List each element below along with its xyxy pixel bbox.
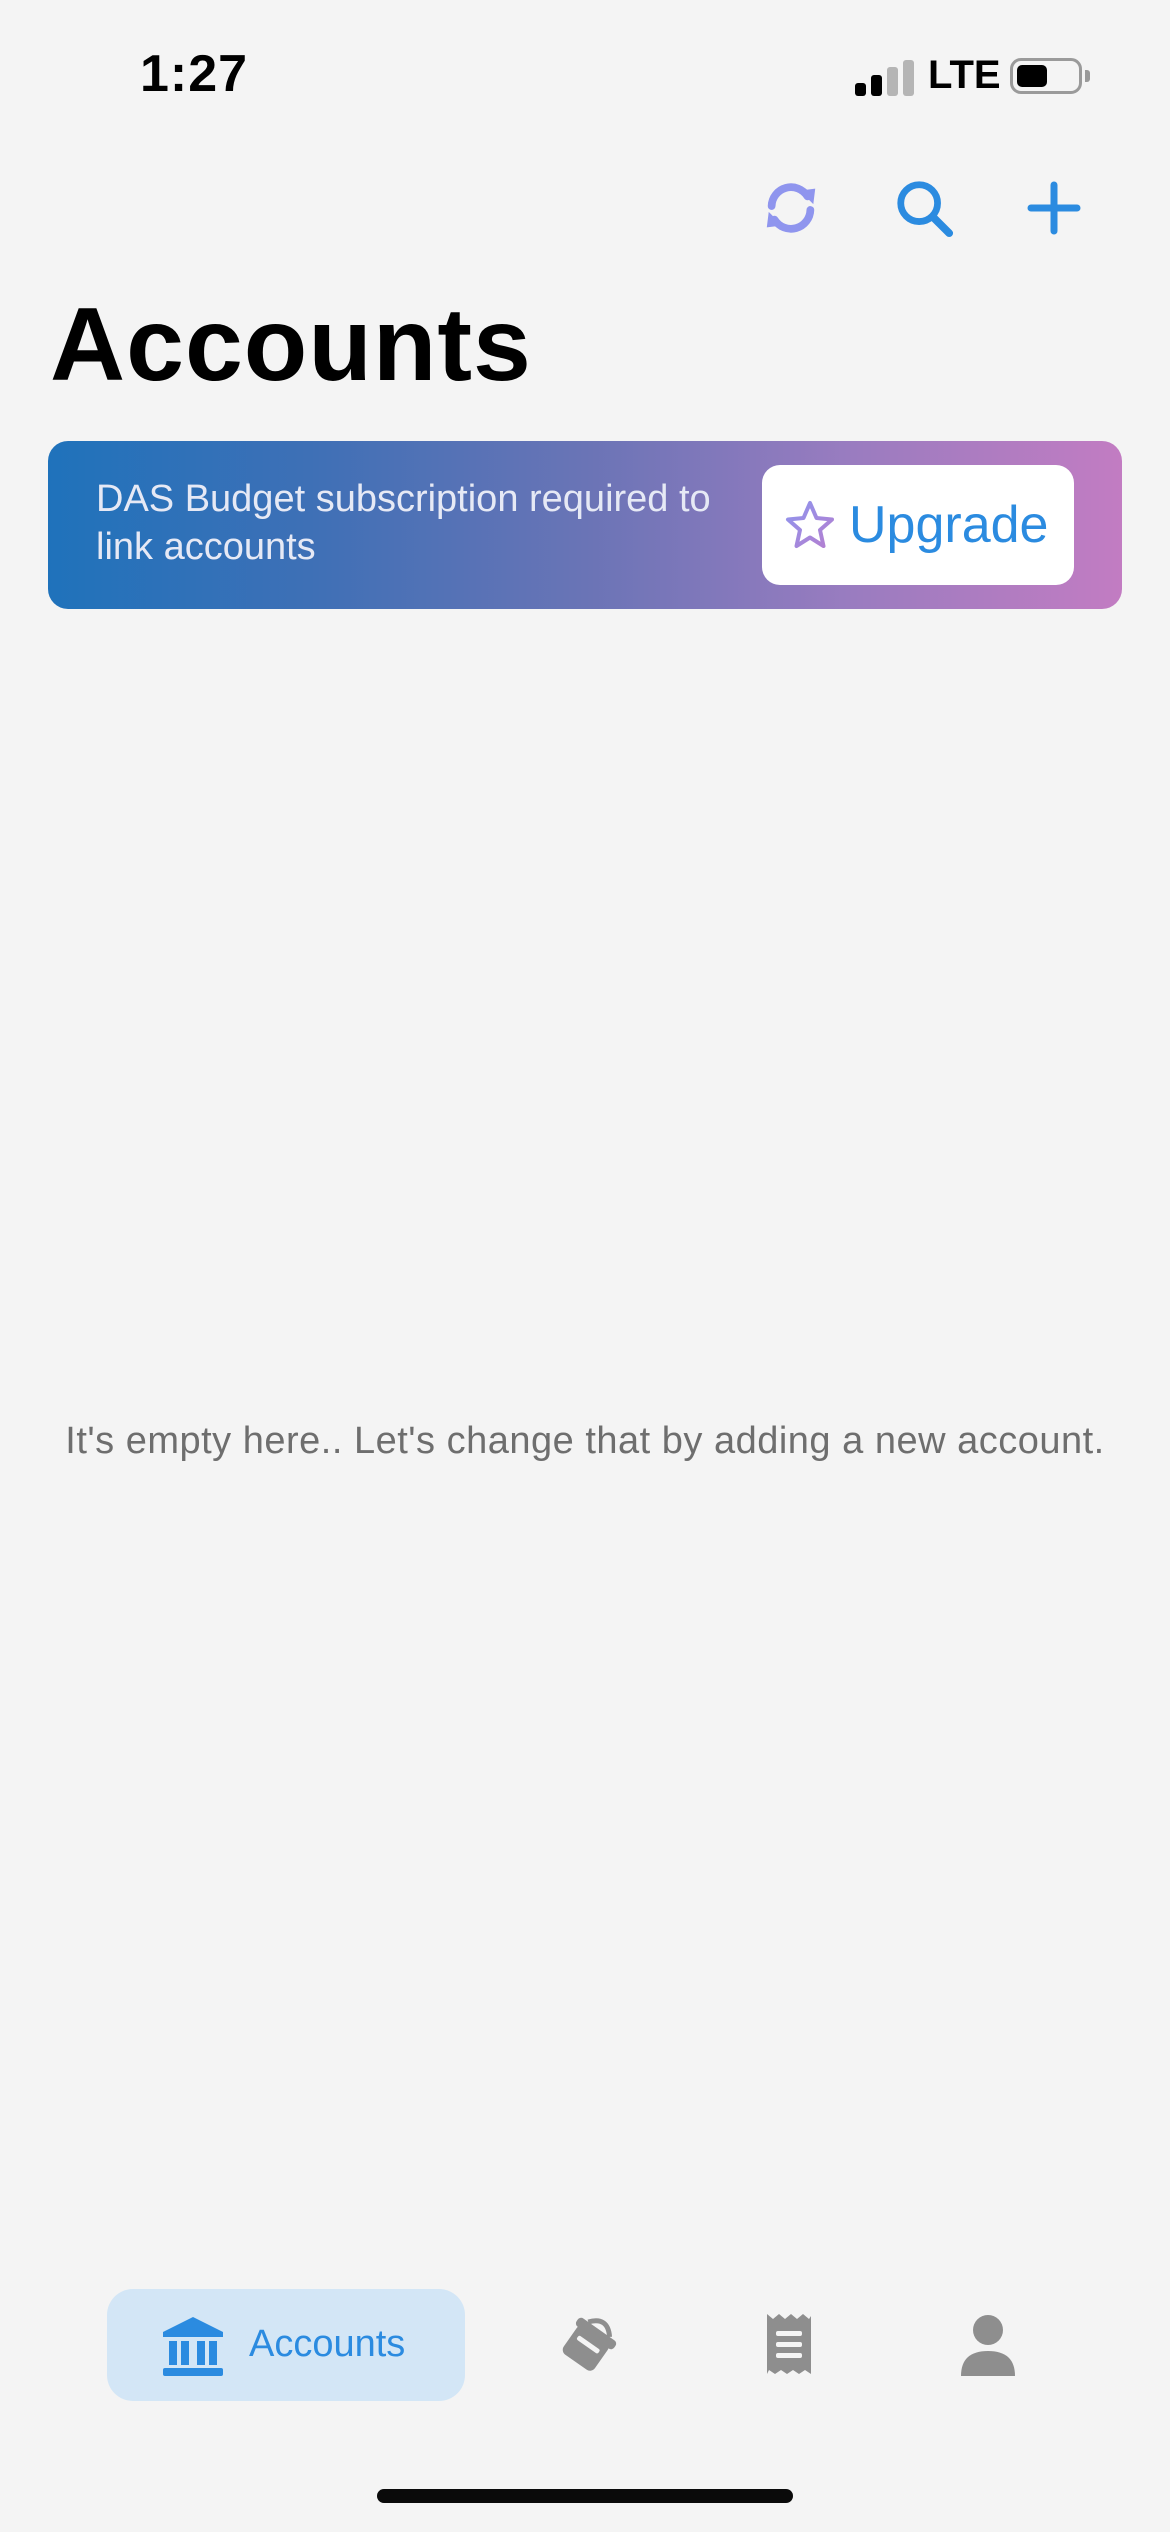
status-time: 1:27: [140, 45, 249, 103]
subscription-banner: DAS Budget subscription required to link…: [48, 441, 1122, 609]
upgrade-button[interactable]: Upgrade: [762, 465, 1074, 585]
star-icon: [786, 501, 834, 548]
person-icon: [961, 2315, 1015, 2376]
tab-profile[interactable]: [952, 2309, 1024, 2381]
subscription-message: DAS Budget subscription required to link…: [96, 478, 711, 568]
tab-accounts[interactable]: Accounts: [107, 2289, 465, 2401]
search-icon: [897, 181, 954, 238]
tab-budget[interactable]: [552, 2309, 624, 2381]
plus-icon: [1027, 181, 1081, 235]
add-account-button[interactable]: [1018, 172, 1090, 244]
search-button[interactable]: [888, 172, 960, 244]
signal-strength-icon: [855, 60, 915, 96]
receipt-icon: [767, 2314, 811, 2374]
refresh-button[interactable]: [755, 172, 827, 244]
refresh-icon: [766, 183, 816, 233]
bank-icon: [163, 2317, 223, 2376]
status-bar: 1:27 LTE: [0, 0, 1170, 150]
network-type: LTE: [928, 53, 1001, 97]
home-indicator: [377, 2489, 793, 2503]
battery-icon: [1010, 58, 1082, 94]
tab-accounts-label: Accounts: [249, 2323, 406, 2365]
empty-state-message: It's empty here.. Let's change that by a…: [65, 1420, 1105, 1462]
battery-nub: [1085, 70, 1090, 82]
page-title: Accounts: [50, 287, 532, 403]
paint-bucket-icon: [562, 2317, 617, 2371]
tab-bar: Accounts: [0, 2270, 1170, 2420]
upgrade-label: Upgrade: [849, 496, 1049, 554]
tab-transactions[interactable]: [753, 2309, 825, 2381]
